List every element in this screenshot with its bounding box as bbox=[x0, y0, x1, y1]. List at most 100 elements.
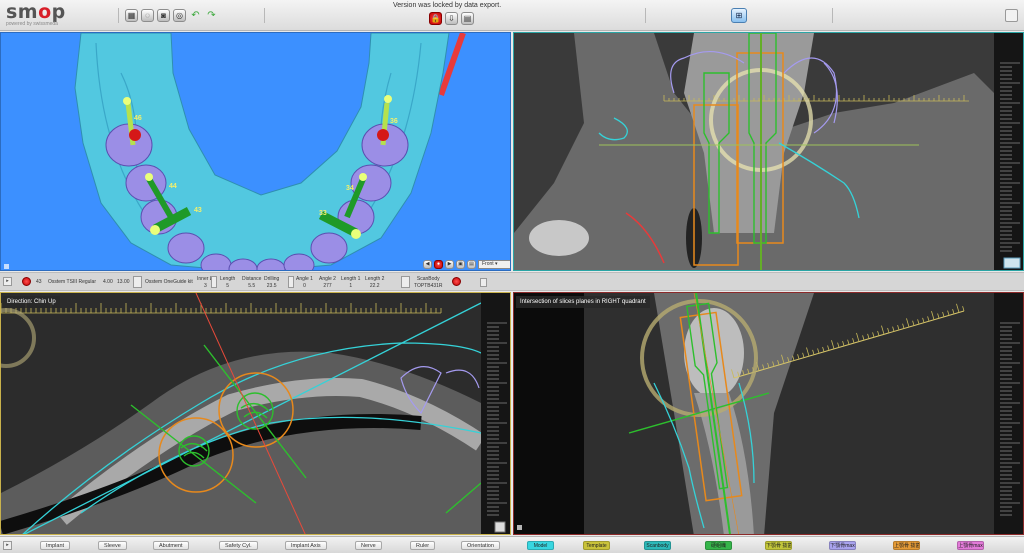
fullscreen-icon[interactable] bbox=[494, 521, 506, 533]
legend-layer-button[interactable]: Scanbody bbox=[644, 541, 671, 550]
lock-indicator-icon[interactable] bbox=[22, 277, 31, 286]
tooth-label: 34 bbox=[346, 185, 354, 192]
info-field-value: 5.5 bbox=[248, 283, 256, 289]
tooth-33 bbox=[310, 232, 348, 264]
legend-toggle[interactable]: ▸ bbox=[3, 541, 12, 550]
export-icon[interactable]: ⇩ bbox=[445, 12, 458, 25]
info-field-label: Drilling bbox=[264, 276, 280, 282]
tooth-32 bbox=[283, 253, 315, 270]
lock-icon[interactable]: 🔒 bbox=[429, 12, 442, 25]
legend-layer-button[interactable]: 下顎骨max bbox=[829, 541, 856, 550]
3d-jaw-view[interactable]: 46 36 44 34 43 33 ◀ ● ▶ ▣ ▤ Front ▾ bbox=[0, 32, 511, 271]
toggle-abutment-button[interactable]: Abutment bbox=[153, 541, 189, 550]
implant-36-tip bbox=[384, 95, 392, 103]
view-select-value: Front bbox=[482, 261, 494, 267]
rotate-left-icon[interactable]: ◀ bbox=[423, 260, 432, 269]
lock-indicator-icon[interactable] bbox=[452, 277, 461, 286]
stop-icon[interactable]: ● bbox=[434, 260, 443, 269]
info-field: Angle 2 277 bbox=[319, 276, 336, 290]
scanbody-value: TOPTB431R bbox=[414, 283, 443, 289]
screenshot-icon[interactable]: ◎ bbox=[173, 9, 186, 22]
info-field-value: 23.5 bbox=[266, 283, 277, 289]
toggle-safety-cyl-button[interactable]: Safety Cyl. bbox=[219, 541, 258, 550]
layout-tools: ⊞ bbox=[731, 8, 747, 23]
info-field: Drilling 23.5 bbox=[264, 276, 279, 290]
implant-33-tip bbox=[351, 229, 361, 239]
frame-icon[interactable]: ▣ bbox=[456, 260, 465, 269]
delete-icon[interactable] bbox=[480, 278, 487, 287]
angle-icon bbox=[288, 276, 294, 288]
window-button[interactable] bbox=[1005, 9, 1018, 22]
toggle-orientation-button[interactable]: Orientation bbox=[461, 541, 500, 550]
layout-icon[interactable]: ⊞ bbox=[731, 8, 747, 23]
implant-46-tip bbox=[123, 97, 131, 105]
info-field: Length 11 bbox=[341, 276, 360, 290]
toolbar-separator bbox=[118, 8, 119, 23]
info-field-label: Length 2 bbox=[365, 276, 385, 282]
undo-icon[interactable]: ↶ bbox=[189, 9, 202, 22]
legend-layer-button[interactable]: 上顎骨max bbox=[957, 541, 984, 550]
camera-view-icon[interactable]: ▤ bbox=[467, 260, 476, 269]
rotate-right-icon[interactable]: ▶ bbox=[445, 260, 454, 269]
scanbody-icon bbox=[401, 276, 410, 288]
print-icon[interactable]: ▤ bbox=[461, 12, 474, 25]
toolbar-separator bbox=[264, 8, 265, 23]
export-tools: 🔒 ⇩ ▤ bbox=[429, 12, 474, 25]
toggle-sleeve-button[interactable]: Sleeve bbox=[98, 541, 127, 550]
cross-section-view-1[interactable] bbox=[513, 32, 1024, 271]
ct-bright-structure bbox=[529, 220, 589, 256]
info-sleeve: Osstem OneGuide kit bbox=[145, 279, 193, 285]
cross-section-view-2[interactable]: Intersection of slices planes in RIGHT q… bbox=[513, 292, 1024, 535]
cs2-title-label: Intersection of slices planes in RIGHT q… bbox=[516, 296, 650, 308]
info-field-label: Length 1 bbox=[341, 276, 361, 282]
top-toolbar: smop powered by swissmeda ▦ ◌ ◙ ◎ ↶ ↷ Ve… bbox=[0, 0, 1024, 31]
implant-44-tip bbox=[145, 173, 153, 181]
corner-indicator bbox=[517, 525, 522, 530]
info-field-value: 277 bbox=[323, 283, 332, 289]
redo-icon[interactable]: ↷ bbox=[205, 9, 218, 22]
grid-icon[interactable]: ▦ bbox=[125, 9, 138, 22]
sleeve-36 bbox=[377, 129, 389, 141]
3d-view-controls: ◀ ● ▶ ▣ ▤ Front ▾ bbox=[423, 260, 510, 269]
toggle-ruler-button[interactable]: Ruler bbox=[410, 541, 436, 550]
legend-layer-button[interactable]: 下顎骨 抜歯 bbox=[765, 541, 792, 550]
app-logo: smop powered by swissmeda bbox=[6, 1, 66, 27]
legend-bar: ▸ Implant Sleeve Abutment Safety Cyl. Implan… bbox=[0, 536, 1024, 553]
tooth-label: 46 bbox=[134, 115, 142, 122]
legend-layer-button[interactable]: Template bbox=[583, 541, 610, 550]
logo-subtitle: powered by swissmeda bbox=[6, 21, 58, 27]
angle-icon bbox=[211, 276, 217, 288]
legend-layer-button[interactable]: 上顎骨 抜歯 bbox=[893, 541, 920, 550]
legend-layer-button[interactable]: Model bbox=[527, 541, 554, 550]
info-field-label: Angle 2 bbox=[319, 276, 336, 282]
expand-icon[interactable] bbox=[1003, 257, 1021, 269]
info-field-value: 1 bbox=[349, 283, 353, 289]
version-message: Version was locked by data export. bbox=[393, 2, 502, 9]
info-field-label: Angle 1 bbox=[296, 276, 313, 282]
info-implant-name: Osstem TSIII Regular bbox=[48, 279, 96, 285]
info-field-label: Length bbox=[220, 276, 236, 282]
toggle-implant-axis-button[interactable]: Implant Axis bbox=[285, 541, 327, 550]
toggle-implant-button[interactable]: Implant bbox=[40, 541, 71, 550]
view-select[interactable]: Front ▾ bbox=[478, 260, 510, 269]
info-field-value: 22.2 bbox=[369, 283, 380, 289]
smop-app: smop powered by swissmeda ▦ ◌ ◙ ◎ ↶ ↷ Ve… bbox=[0, 0, 1024, 553]
info-field: Length 2 22.2 bbox=[365, 276, 384, 290]
legend-layer-button[interactable]: 硬組織 bbox=[705, 541, 732, 550]
camera-icon[interactable]: ◙ bbox=[157, 9, 170, 22]
info-field-label: Distance bbox=[242, 276, 262, 282]
info-field: Length 5 bbox=[220, 276, 235, 290]
toolbar-separator bbox=[645, 8, 646, 23]
panoramic-view[interactable]: Direction: Chin Up bbox=[0, 292, 511, 535]
info-field: Distance 5.5 bbox=[242, 276, 261, 290]
bulb-icon[interactable]: ◌ bbox=[141, 9, 154, 22]
tooth-label: 36 bbox=[390, 118, 398, 125]
info-length: 13.00 bbox=[117, 279, 130, 285]
pano-direction-label: Direction: Chin Up bbox=[3, 296, 60, 308]
tooth-label: 33 bbox=[319, 210, 327, 217]
info-diameter: 4.00 bbox=[103, 279, 113, 285]
toggle-nerve-button[interactable]: Nerve bbox=[355, 541, 382, 550]
info-field: Angle 10 bbox=[296, 276, 313, 290]
tooth-42 bbox=[200, 253, 232, 270]
collapse-toggle[interactable]: ▸ bbox=[3, 277, 12, 286]
